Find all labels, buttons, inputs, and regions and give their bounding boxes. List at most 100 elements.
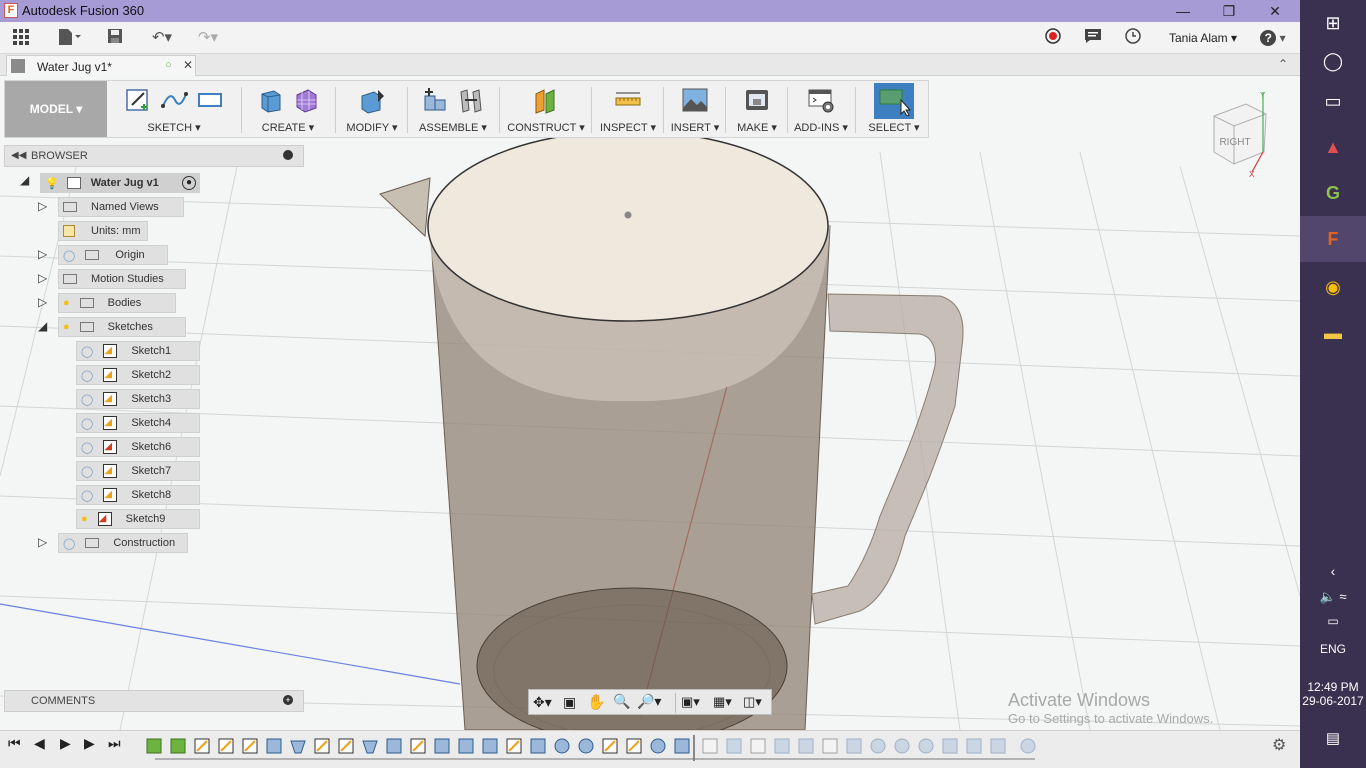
- close-tab-icon[interactable]: ✕: [183, 58, 193, 72]
- measure-ruler-icon[interactable]: [613, 85, 643, 115]
- comments-panel-header[interactable]: COMMENTS +: [4, 690, 304, 712]
- create-sketch-icon[interactable]: [123, 85, 153, 115]
- tree-item-sketch[interactable]: ◯ ◢ Sketch2: [76, 365, 200, 385]
- orbit-icon[interactable]: ✥▾: [533, 694, 552, 711]
- tree-item-bodies[interactable]: ● Bodies: [58, 293, 176, 313]
- pan-hand-icon[interactable]: ✋: [587, 693, 606, 711]
- clock[interactable]: 12:49 PM 29-06-2017: [1300, 680, 1366, 708]
- tree-item-named-views[interactable]: Named Views: [58, 197, 184, 217]
- assemble-group[interactable]: ASSEMBLE ▾: [411, 81, 495, 137]
- add-comment-icon[interactable]: +: [283, 695, 293, 705]
- svg-text:X: X: [1249, 170, 1255, 179]
- save-icon[interactable]: [104, 28, 126, 48]
- tree-item-sketch[interactable]: ◯ ◢ Sketch1: [76, 341, 200, 361]
- tree-item-sketch[interactable]: ◯ ◢ Sketch3: [76, 389, 200, 409]
- motion-expand-icon[interactable]: ▷: [38, 271, 47, 285]
- action-center-icon[interactable]: ▤: [1300, 716, 1366, 762]
- data-panel-grid-icon[interactable]: [10, 28, 32, 48]
- grammarly-g-icon[interactable]: G: [1300, 170, 1366, 216]
- create-group[interactable]: CREATE ▾: [245, 81, 331, 137]
- sketch-icon: ◢: [103, 368, 118, 382]
- step-back-icon[interactable]: ◀: [34, 735, 45, 752]
- add-ins-group[interactable]: ADD-INS ▾: [791, 81, 851, 137]
- comments-icon[interactable]: [1082, 28, 1104, 48]
- grid-settings-icon[interactable]: ▦▾: [713, 694, 732, 710]
- fit-zoom-icon[interactable]: 🔎▾: [637, 693, 661, 710]
- workspace-switcher[interactable]: MODEL ▾: [5, 81, 107, 137]
- tree-item-motion-studies[interactable]: Motion Studies: [58, 269, 186, 289]
- tree-item-origin[interactable]: ◯ Origin: [58, 245, 168, 265]
- go-to-end-icon[interactable]: ⏭: [108, 735, 121, 752]
- minimize-button[interactable]: —: [1160, 0, 1206, 22]
- file-explorer-folder-icon[interactable]: ▬: [1300, 310, 1366, 356]
- display-settings-icon[interactable]: ▣▾: [681, 694, 700, 710]
- root-expand-icon[interactable]: ◢: [20, 173, 40, 187]
- sketches-expand-icon[interactable]: ◢: [38, 319, 47, 333]
- press-pull-icon[interactable]: [357, 85, 387, 115]
- tree-item-sketch[interactable]: ◯ ◢ Sketch7: [76, 461, 200, 481]
- sketch-group[interactable]: SKETCH ▾: [111, 81, 237, 137]
- undo-icon[interactable]: ↶▾: [144, 28, 180, 48]
- tree-root-item[interactable]: 💡 Water Jug v1: [40, 173, 200, 193]
- spline-icon[interactable]: [159, 85, 189, 115]
- go-to-start-icon[interactable]: ⏮: [8, 735, 21, 752]
- viewports-icon[interactable]: ◫▾: [743, 694, 762, 710]
- tree-item-construction[interactable]: ◯ Construction: [58, 533, 188, 553]
- play-icon[interactable]: ▶: [60, 735, 71, 752]
- zoom-icon[interactable]: 🔍: [613, 693, 630, 710]
- collapse-browser-icon[interactable]: ◀◀: [11, 150, 26, 161]
- user-account-menu[interactable]: Tania Alam ▾: [1168, 28, 1238, 48]
- new-component-icon[interactable]: [420, 85, 450, 115]
- tree-item-sketch[interactable]: ◯ ◢ Sketch4: [76, 413, 200, 433]
- job-status-clock-icon[interactable]: [1122, 28, 1144, 48]
- tree-item-sketches[interactable]: ● Sketches: [58, 317, 186, 337]
- activate-radio-icon[interactable]: ●: [182, 176, 196, 190]
- select-group[interactable]: SELECT ▾: [863, 81, 925, 137]
- sketch-group-label: SKETCH ▾: [147, 122, 201, 134]
- tree-item-units[interactable]: Units: mm: [58, 221, 148, 241]
- tree-item-label: Sketches: [107, 321, 153, 333]
- timeline-features[interactable]: [145, 735, 1045, 761]
- insert-image-icon[interactable]: [680, 85, 710, 115]
- inspect-group[interactable]: INSPECT ▾: [595, 81, 661, 137]
- form-grid-icon[interactable]: [291, 85, 321, 115]
- construct-group[interactable]: CONSTRUCT ▾: [503, 81, 589, 137]
- modify-group[interactable]: MODIFY ▾: [339, 81, 405, 137]
- record-icon[interactable]: [1042, 28, 1064, 48]
- close-button[interactable]: ✕: [1252, 0, 1298, 22]
- tree-item-sketch[interactable]: ● ◢ Sketch9: [76, 509, 200, 529]
- help-menu[interactable]: ? ▾: [1256, 28, 1290, 48]
- origin-expand-icon[interactable]: ▷: [38, 247, 47, 261]
- extrude-box-icon[interactable]: [255, 85, 285, 115]
- timeline-settings-gear-icon[interactable]: ⚙: [1272, 735, 1286, 755]
- named-views-expand-icon[interactable]: ▷: [38, 199, 47, 213]
- restore-button[interactable]: ❐: [1206, 0, 1252, 22]
- file-menu-icon[interactable]: [54, 28, 84, 48]
- 3d-print-icon[interactable]: [742, 85, 772, 115]
- bodies-expand-icon[interactable]: ▷: [38, 295, 47, 309]
- autodesk-app-icon[interactable]: ▲: [1300, 124, 1366, 170]
- task-view-icon[interactable]: ▭: [1300, 78, 1366, 124]
- tree-item-sketch[interactable]: ◯ ◢ Sketch6: [76, 437, 200, 457]
- look-at-icon[interactable]: ▣: [563, 694, 576, 711]
- construction-expand-icon[interactable]: ▷: [38, 535, 47, 549]
- redo-icon[interactable]: ↷▾: [190, 28, 226, 48]
- tree-item-label: Named Views: [91, 201, 159, 213]
- view-cube[interactable]: Y X RIGHT: [1212, 91, 1268, 179]
- language-indicator[interactable]: ENG: [1300, 626, 1366, 672]
- step-forward-icon[interactable]: ▶: [84, 735, 95, 752]
- scripts-gear-icon[interactable]: [806, 85, 836, 115]
- offset-plane-icon[interactable]: [531, 85, 561, 115]
- fusion-taskbar-icon[interactable]: F: [1300, 216, 1366, 262]
- collapse-chevron-icon[interactable]: ⌃: [1278, 57, 1288, 71]
- document-tab[interactable]: Water Jug v1* ○ ✕: [6, 55, 196, 76]
- browser-minimize-icon[interactable]: [283, 150, 293, 160]
- chrome-icon[interactable]: ◉: [1300, 264, 1366, 310]
- insert-group[interactable]: INSERT ▾: [667, 81, 723, 137]
- make-group[interactable]: MAKE ▾: [729, 81, 785, 137]
- tree-item-sketch[interactable]: ◯ ◢ Sketch8: [76, 485, 200, 505]
- select-window-icon[interactable]: [874, 83, 914, 119]
- browser-panel-header[interactable]: ◀◀ BROWSER: [4, 145, 304, 167]
- joint-icon[interactable]: [456, 85, 486, 115]
- rectangle-icon[interactable]: [195, 85, 225, 115]
